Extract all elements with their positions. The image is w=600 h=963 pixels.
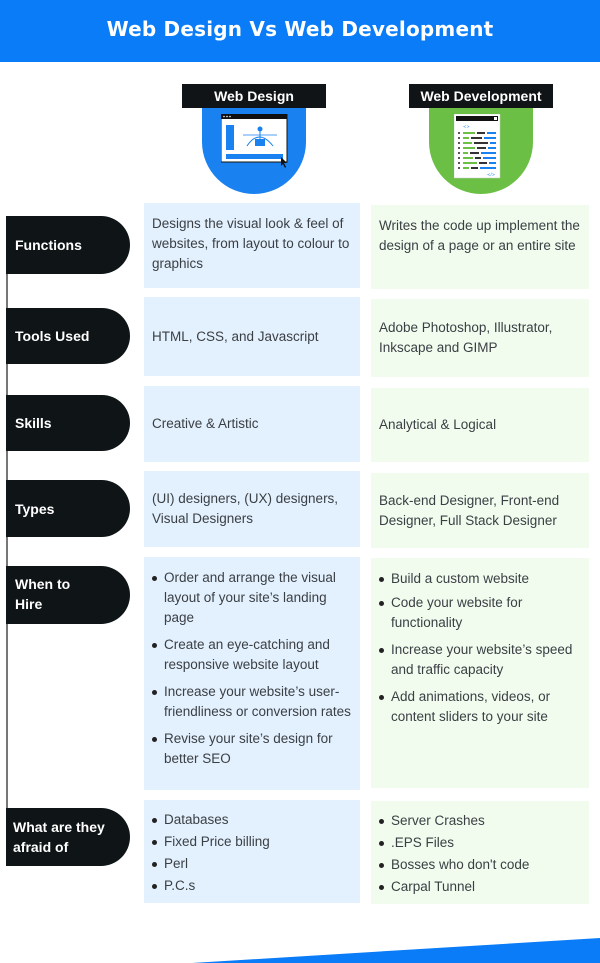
- list-item: .EPS Files: [379, 833, 581, 853]
- when-to-hire-dev-list: Build a custom website Code your website…: [379, 569, 581, 727]
- row-label-skills: Skills: [6, 395, 130, 451]
- row-label-text: When to Hire: [15, 576, 71, 612]
- list-item: Add animations, videos, or content slide…: [379, 687, 581, 727]
- list-item: Carpal Tunnel: [379, 877, 581, 897]
- afraid-of-dev-list: Server Crashes .EPS Files Bosses who don…: [379, 811, 581, 897]
- web-design-heading: Web Design: [182, 84, 326, 108]
- types-dev-cell: Back-end Designer, Front-end Designer, F…: [371, 473, 589, 548]
- page-title: Web Design Vs Web Development: [106, 17, 494, 41]
- cell-text: Creative & Artistic: [152, 416, 259, 431]
- row-label-types: Types: [6, 480, 130, 537]
- afraid-of-design-list: Databases Fixed Price billing Perl P.C.s: [152, 810, 352, 896]
- tools-used-design-cell: HTML, CSS, and Javascript: [144, 297, 360, 376]
- row-label-text: What are they afraid of: [13, 819, 105, 855]
- functions-dev-cell: Writes the code up implement the design …: [371, 205, 589, 289]
- row-label-text: Skills: [15, 415, 52, 431]
- when-to-hire-dev-cell: Build a custom website Code your website…: [371, 558, 589, 788]
- web-design-badge: Web Design: [182, 84, 326, 196]
- afraid-of-dev-cell: Server Crashes .EPS Files Bosses who don…: [371, 801, 589, 904]
- when-to-hire-design-list: Order and arrange the visual layout of y…: [152, 568, 352, 769]
- list-item: Perl: [152, 854, 352, 874]
- cell-text: Back-end Designer, Front-end Designer, F…: [379, 492, 560, 528]
- afraid-of-design-cell: Databases Fixed Price billing Perl P.C.s: [144, 800, 360, 903]
- list-item: Create an eye-catching and responsive we…: [152, 635, 352, 675]
- web-development-heading: Web Development: [409, 84, 553, 108]
- skills-dev-cell: Analytical & Logical: [371, 388, 589, 462]
- list-item: Revise your site’s design for better SEO: [152, 729, 352, 769]
- svg-text:<>: <>: [463, 124, 470, 129]
- types-design-cell: (UI) designers, (UX) designers, Visual D…: [144, 471, 360, 547]
- list-item: Increase your website’s user-friendlines…: [152, 682, 352, 722]
- list-item: Increase your website’s speed and traffi…: [379, 640, 581, 680]
- row-label-text: Types: [15, 500, 55, 517]
- cell-text: Writes the code up implement the design …: [379, 218, 580, 253]
- row-label-functions: Functions: [6, 216, 130, 274]
- cell-text: HTML, CSS, and Javascript: [152, 328, 319, 344]
- row-label-afraid-of: What are they afraid of: [6, 808, 130, 866]
- list-item: Code your website for functionality: [379, 593, 581, 633]
- cell-text: Adobe Photoshop, Illustrator, Inkscape a…: [379, 320, 553, 355]
- list-item: Order and arrange the visual layout of y…: [152, 568, 352, 628]
- footer-accent-band: [192, 938, 600, 963]
- list-item: Build a custom website: [379, 569, 581, 589]
- tools-used-dev-cell: Adobe Photoshop, Illustrator, Inkscape a…: [371, 299, 589, 377]
- list-item: P.C.s: [152, 876, 352, 896]
- when-to-hire-design-cell: Order and arrange the visual layout of y…: [144, 557, 360, 790]
- web-development-badge: Web Development <> </>: [409, 84, 553, 196]
- list-item: Server Crashes: [379, 811, 581, 831]
- row-label-text: Tools Used: [15, 328, 90, 344]
- website-layout-icon: [221, 114, 288, 168]
- cell-text: Designs the visual look & feel of websit…: [152, 216, 350, 271]
- list-item: Bosses who don't code: [379, 855, 581, 875]
- list-item: Fixed Price billing: [152, 832, 352, 852]
- row-label-tools-used: Tools Used: [6, 308, 130, 364]
- cell-text: Analytical & Logical: [379, 417, 497, 432]
- list-item: Databases: [152, 810, 352, 830]
- header-banner: Web Design Vs Web Development: [0, 0, 600, 62]
- skills-design-cell: Creative & Artistic: [144, 386, 360, 462]
- svg-text:</>: </>: [487, 172, 495, 177]
- functions-design-cell: Designs the visual look & feel of websit…: [144, 203, 360, 288]
- cell-text: (UI) designers, (UX) designers, Visual D…: [152, 491, 339, 526]
- code-document-icon: <> </>: [454, 114, 501, 179]
- row-label-text: Functions: [15, 237, 82, 253]
- row-label-when-to-hire: When to Hire: [6, 566, 130, 624]
